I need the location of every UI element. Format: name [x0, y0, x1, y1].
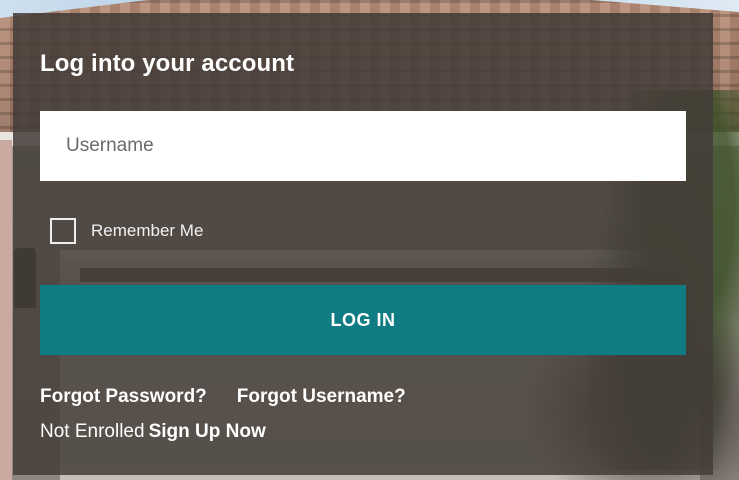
forgot-username-link[interactable]: Forgot Username? — [237, 386, 406, 407]
username-input[interactable] — [40, 111, 686, 181]
forgot-links: Forgot Password? Forgot Username? — [40, 386, 406, 408]
not-enrolled-text: Not Enrolled — [40, 421, 145, 442]
enroll-row: Not Enrolled Sign Up Now — [40, 421, 266, 443]
login-button[interactable]: LOG IN — [40, 285, 686, 355]
remember-me-checkbox[interactable] — [50, 218, 76, 244]
login-panel: Log into your account Remember Me LOG IN… — [13, 13, 713, 475]
login-page: Log into your account Remember Me LOG IN… — [0, 0, 739, 480]
login-title: Log into your account — [40, 50, 295, 77]
sign-up-link[interactable]: Sign Up Now — [149, 421, 266, 442]
remember-me[interactable]: Remember Me — [50, 217, 203, 245]
forgot-password-link[interactable]: Forgot Password? — [40, 386, 207, 407]
background-column — [0, 140, 12, 480]
remember-me-label: Remember Me — [91, 221, 204, 240]
